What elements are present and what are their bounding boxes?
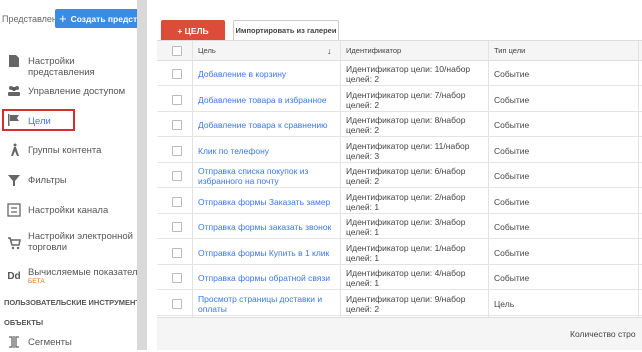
sidebar-item-label: Управление доступом [28,86,126,97]
table-row[interactable]: Просмотр страницы доставки и оплаты Идент… [157,292,642,316]
goals-table: Цель ↓ Идентификатор Тип цели Добавление… [157,40,642,318]
sidebar-item-label: Фильтры [28,175,67,186]
header-id[interactable]: Идентификатор [346,41,401,61]
row-checkbox[interactable] [172,196,182,207]
channel-icon [7,203,21,217]
sidebar-item-segments[interactable]: Сегменты [0,334,137,350]
goal-id-cell: Идентификатор цели: 6/набор целей: 2 [346,166,466,186]
goal-link[interactable]: Отправка списка покупок из избранного на… [198,166,338,186]
goal-type-cell: Событие [494,94,530,105]
header-type[interactable]: Тип цели [494,41,525,61]
goal-link[interactable]: Отправка формы заказать звонок [198,222,338,232]
filter-icon [7,173,21,187]
users-icon [7,84,21,98]
dd-icon: Dd [7,271,21,282]
goal-id-cell: Идентификатор цели: 8/набор целей: 2 [346,115,466,135]
sidebar-item-access[interactable]: Управление доступом [0,78,137,104]
goal-type-cell: Событие [494,222,530,232]
goal-link[interactable]: Клик по телефону [198,146,338,156]
sidebar-item-label: Вычисляемые показатели [28,267,143,278]
goal-id-cell: Идентификатор цели: 11/набор целей: 3 [346,140,470,161]
table-row[interactable]: Отправка формы заказать звонок Идентифика… [157,215,642,239]
sort-arrow-icon[interactable]: ↓ [327,41,332,61]
goal-type-cell: Событие [494,273,530,283]
import-from-gallery-button[interactable]: Импортировать из галереи [233,20,339,42]
table-row[interactable]: Отправка списка покупок из избранного на… [157,164,642,188]
row-checkbox[interactable] [172,94,182,105]
goal-id-cell: Идентификатор цели: 9/набор целей: 2 [346,293,466,314]
table-row[interactable]: Добавление товара к сравнению Идентификат… [157,113,642,137]
goal-type-cell: Событие [494,196,530,207]
table-row[interactable]: Отправка формы обратной связи Идентификат… [157,266,642,290]
goal-id-cell: Идентификатор цели: 10/набор целей: 2 [346,64,471,84]
main-panel: + ЦЕЛЬ Импортировать из галереи Цель ↓ И… [147,0,642,350]
table-row[interactable]: Добавление в корзину Идентификатор цели: … [157,62,642,86]
section-objects-heading: ОБЪЕКТЫ [4,318,44,327]
table-row[interactable]: Отправка формы Купить в 1 клик Идентифика… [157,241,642,265]
sidebar-header: Представление +Создать представ [0,0,139,36]
row-checkbox[interactable] [172,247,182,258]
plus-icon: + [59,11,67,26]
person-walk-icon [7,143,21,157]
goal-link[interactable]: Добавление товара в избранное [198,95,338,105]
goal-id-cell: Идентификатор цели: 1/набор целей: 1 [346,242,466,263]
sidebar-item-filters[interactable]: Фильтры [0,167,137,193]
sidebar-item-label: Сегменты [28,337,72,348]
goal-link[interactable]: Отправка формы обратной связи [198,273,338,283]
goal-link[interactable]: Отправка формы Купить в 1 клик [198,248,338,258]
table-footer: Количество стро [157,317,642,350]
goal-link[interactable]: Отправка формы Заказать замер [198,197,338,207]
sidebar-item-label: Настройки канала [28,205,109,216]
section-tools-heading: ПОЛЬЗОВАТЕЛЬСКИЕ ИНСТРУМЕНТЫ И [4,298,155,307]
goal-type-cell: Событие [494,247,530,258]
document-icon [7,54,21,68]
row-checkbox[interactable] [172,69,182,79]
header-goal[interactable]: Цель [198,41,216,61]
goal-type-cell: Событие [494,145,530,156]
sidebar-item-content-groups[interactable]: Группы контента [0,137,137,163]
row-checkbox[interactable] [172,171,182,181]
sidebar: Представление +Создать представ Настройк… [0,0,155,350]
goal-link[interactable]: Добавление в корзину [198,69,338,79]
goal-id-cell: Идентификатор цели: 2/набор целей: 1 [346,191,466,212]
sidebar-item-calculated-metrics[interactable]: Dd Вычисляемые показатели БЕТА [0,262,143,292]
sidebar-item-label: Группы контента [28,145,102,156]
sidebar-item-label: Настройки электронной торговли [28,231,133,253]
row-checkbox[interactable] [172,145,182,156]
select-all-checkbox[interactable] [172,46,182,56]
table-row[interactable]: Отправка формы Заказать замер Идентификат… [157,190,642,214]
row-checkbox[interactable] [172,222,182,232]
create-view-button[interactable]: +Создать представ [55,9,139,28]
beta-badge: БЕТА [28,278,45,285]
row-checkbox[interactable] [172,298,182,309]
goal-id-cell: Идентификатор цели: 7/набор целей: 2 [346,89,466,110]
row-checkbox[interactable] [172,120,182,130]
table-row[interactable]: Добавление товара в избранное Идентификат… [157,88,642,112]
rows-count-label: Количество стро [570,329,636,339]
sidebar-scrollbar[interactable] [137,0,147,350]
row-checkbox[interactable] [172,273,182,283]
goal-id-cell: Идентификатор цели: 3/набор целей: 1 [346,217,466,237]
sidebar-item-channel-settings[interactable]: Настройки канала [0,197,137,223]
sidebar-item-label: Настройки представления [28,56,95,78]
table-row[interactable]: Клик по телефону Идентификатор цели: 11/н… [157,139,642,163]
goal-id-cell: Идентификатор цели: 4/набор целей: 1 [346,268,466,288]
goal-type-cell: Событие [494,120,530,130]
goals-highlight-box [2,109,75,131]
sidebar-item-view-settings[interactable]: Настройки представления [0,48,137,78]
cart-icon [7,236,21,250]
goal-link[interactable]: Добавление товара к сравнению [198,120,338,130]
goal-link[interactable]: Просмотр страницы доставки и оплаты [198,294,338,314]
segments-icon [7,335,21,349]
goal-type-cell: Событие [494,69,530,79]
sidebar-item-ecommerce[interactable]: Настройки электронной торговли [0,226,137,258]
add-goal-button[interactable]: + ЦЕЛЬ [161,20,225,42]
table-header: Цель ↓ Идентификатор Тип цели [157,41,642,61]
goal-type-cell: Цель [494,298,515,309]
goal-type-cell: Событие [494,171,530,181]
